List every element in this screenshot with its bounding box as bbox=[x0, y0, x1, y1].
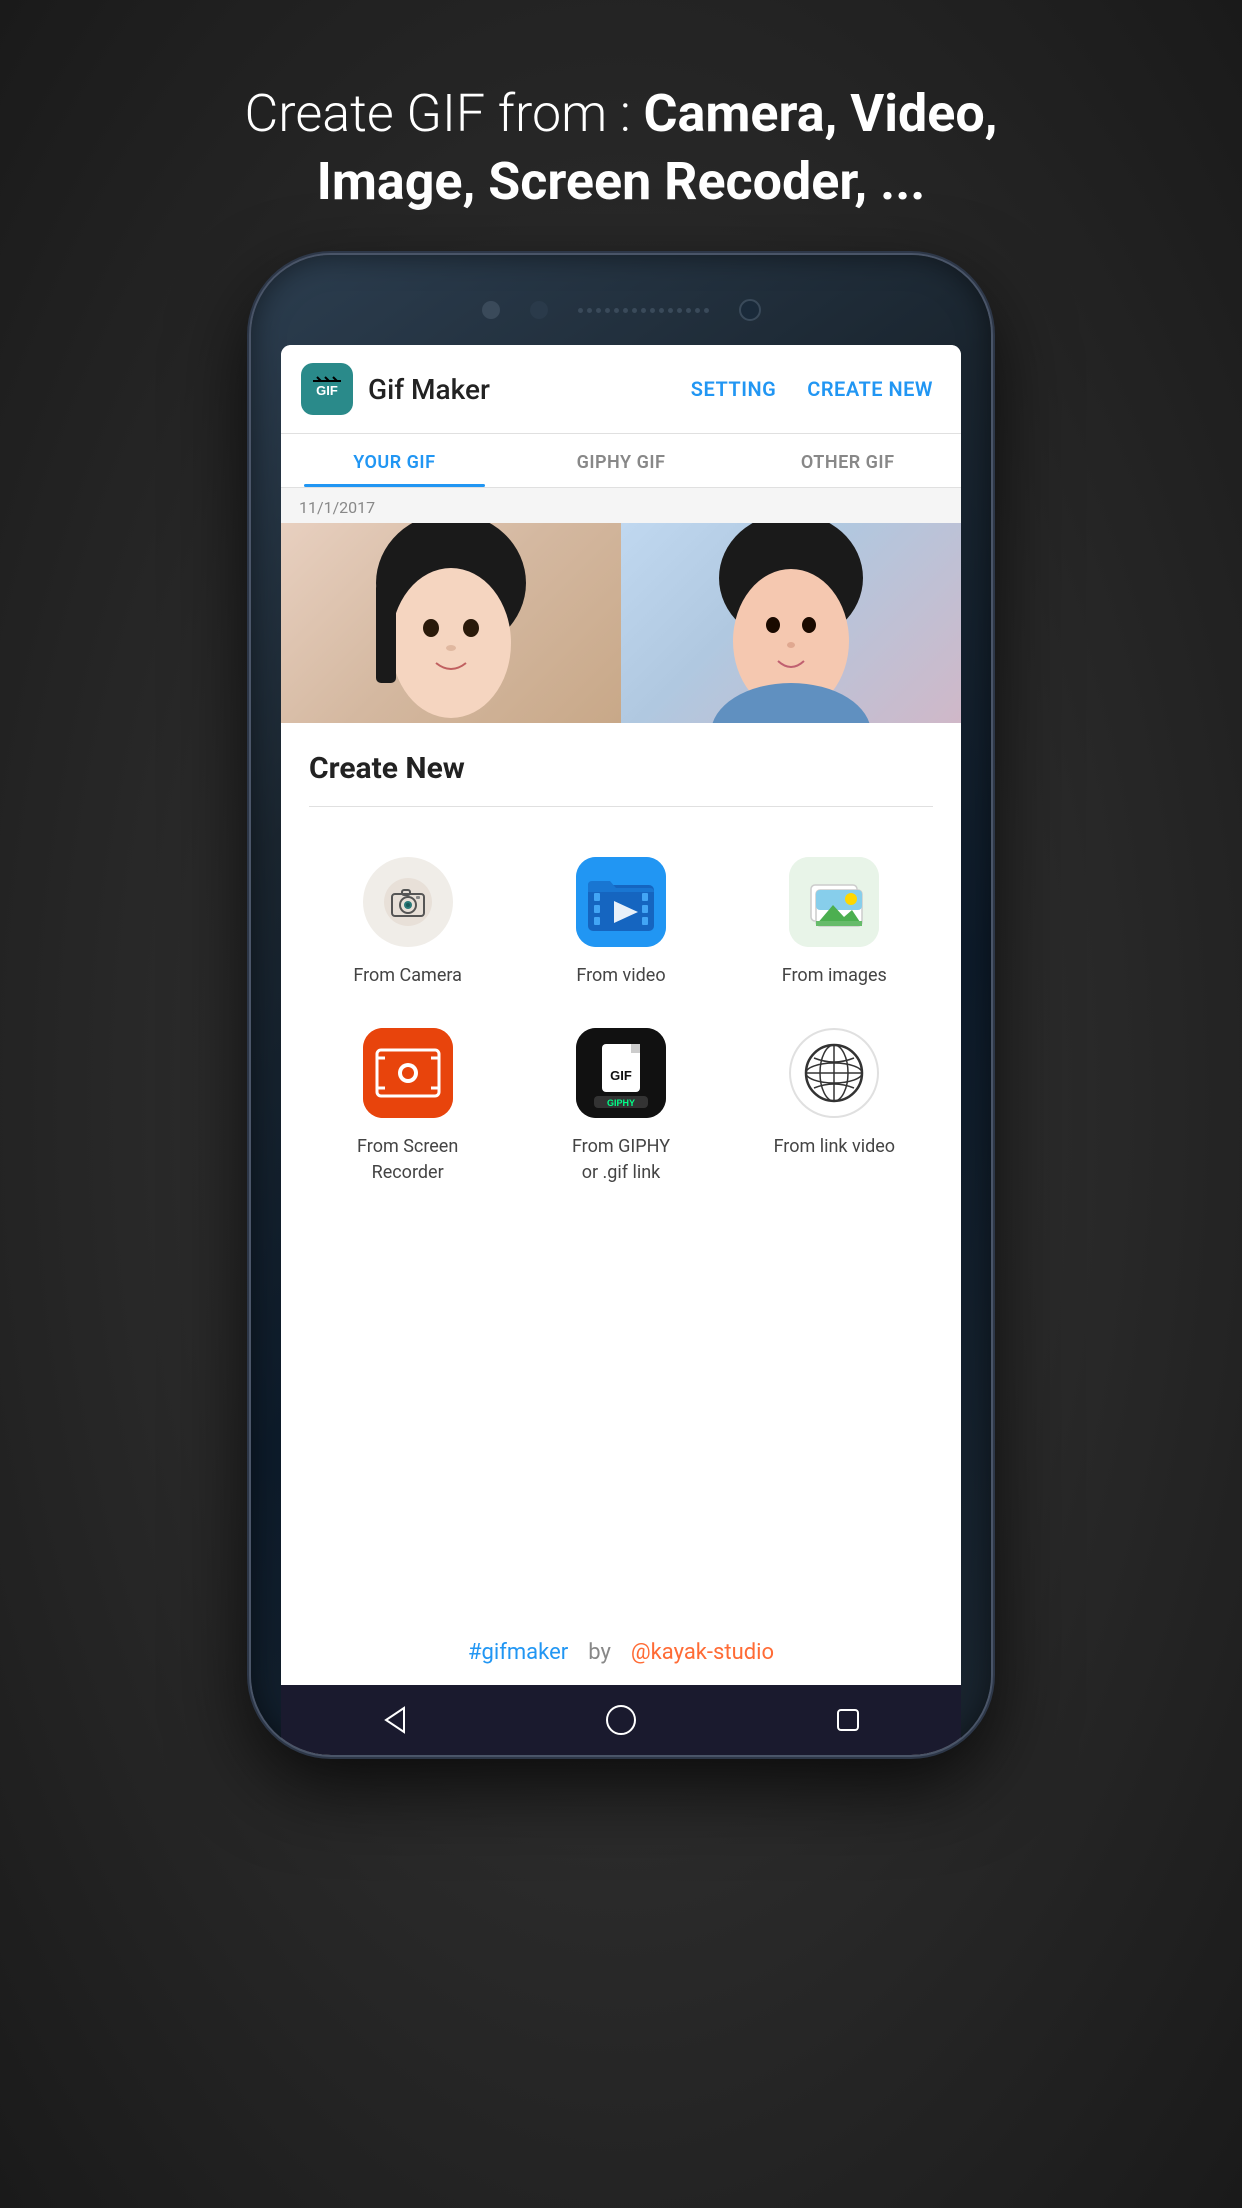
thumbnail-face-1 bbox=[356, 523, 546, 723]
video-svg bbox=[576, 857, 666, 947]
giphy-svg: GIF GIPHY bbox=[576, 1028, 666, 1118]
create-new-sheet: Create New bbox=[281, 723, 961, 1685]
sensor-dot-1 bbox=[482, 301, 500, 319]
bottom-nav bbox=[281, 1685, 961, 1755]
video-label: From video bbox=[576, 963, 665, 988]
screen-recorder-label: From ScreenRecorder bbox=[357, 1134, 458, 1184]
footer-hashtag: #gifmaker bbox=[468, 1640, 568, 1665]
svg-text:GIPHY: GIPHY bbox=[607, 1098, 635, 1108]
headline-text-2: Camera, Video, bbox=[644, 83, 998, 144]
tab-your-gif[interactable]: YOUR GIF bbox=[281, 434, 508, 487]
nav-home-button[interactable] bbox=[603, 1702, 639, 1738]
sheet-footer: #gifmaker by @kayak-studio bbox=[281, 1620, 961, 1685]
nav-recent-button[interactable] bbox=[830, 1702, 866, 1738]
sensor-dot-2 bbox=[530, 301, 548, 319]
create-item-images[interactable]: From images bbox=[728, 837, 941, 1008]
phone-screen: GIF Gif Maker SETTING CREATE NEW YOUR GI… bbox=[281, 345, 961, 1755]
app-icon: GIF bbox=[301, 363, 353, 415]
images-label: From images bbox=[782, 963, 887, 988]
back-icon bbox=[376, 1702, 412, 1738]
create-item-camera[interactable]: From Camera bbox=[301, 837, 514, 1008]
thumbnail-face-2 bbox=[696, 523, 886, 723]
app-tabs: YOUR GIF GIPHY GIF OTHER GIF bbox=[281, 434, 961, 488]
headline: Create GIF from : Camera, Video, Image, … bbox=[185, 80, 1058, 215]
screen-recorder-svg bbox=[363, 1028, 453, 1118]
video-icon bbox=[576, 857, 666, 947]
speaker-grille bbox=[578, 308, 709, 313]
nav-back-button[interactable] bbox=[376, 1702, 412, 1738]
svg-text:GIF: GIF bbox=[316, 383, 338, 398]
create-grid: From Camera bbox=[281, 807, 961, 1215]
recent-icon bbox=[830, 1702, 866, 1738]
sheet-title: Create New bbox=[281, 723, 961, 806]
app-title: Gif Maker bbox=[368, 373, 668, 406]
screen-recorder-icon bbox=[363, 1028, 453, 1118]
globe-icon bbox=[789, 1028, 879, 1118]
create-item-link-video[interactable]: From link video bbox=[728, 1008, 941, 1204]
link-video-label: From link video bbox=[774, 1134, 896, 1159]
footer-studio: @kayak-studio bbox=[631, 1640, 774, 1665]
footer-by: by bbox=[588, 1640, 611, 1665]
camera-label: From Camera bbox=[353, 963, 462, 988]
front-camera bbox=[739, 299, 761, 321]
svg-text:GIF: GIF bbox=[610, 1068, 632, 1083]
images-icon bbox=[789, 857, 879, 947]
headline-text-3: Image, Screen Recoder, ... bbox=[317, 151, 926, 212]
phone-frame: GIF Gif Maker SETTING CREATE NEW YOUR GI… bbox=[251, 255, 991, 1955]
gif-thumb-2[interactable] bbox=[621, 523, 961, 723]
create-new-button[interactable]: CREATE NEW bbox=[799, 372, 941, 406]
phone-top-bar bbox=[251, 255, 991, 345]
tab-giphy-gif[interactable]: GIPHY GIF bbox=[508, 434, 735, 487]
create-item-video[interactable]: From video bbox=[514, 837, 727, 1008]
create-item-giphy[interactable]: GIF GIPHY From GIPHYor .gif link bbox=[514, 1008, 727, 1204]
gif-thumb-1[interactable] bbox=[281, 523, 621, 723]
gif-grid bbox=[281, 523, 961, 723]
camera-svg bbox=[382, 876, 434, 928]
home-icon bbox=[603, 1702, 639, 1738]
phone-body: GIF Gif Maker SETTING CREATE NEW YOUR GI… bbox=[251, 255, 991, 1755]
gif-app-icon-graphic: GIF bbox=[309, 371, 345, 407]
app-header: GIF Gif Maker SETTING CREATE NEW bbox=[281, 345, 961, 434]
headline-text-1: Create GIF from : bbox=[245, 83, 644, 144]
globe-svg bbox=[799, 1038, 869, 1108]
setting-button[interactable]: SETTING bbox=[683, 372, 784, 406]
create-item-screen-recorder[interactable]: From ScreenRecorder bbox=[301, 1008, 514, 1204]
date-label: 11/1/2017 bbox=[281, 488, 961, 523]
giphy-icon: GIF GIPHY bbox=[576, 1028, 666, 1118]
images-svg bbox=[789, 857, 879, 947]
tab-other-gif[interactable]: OTHER GIF bbox=[734, 434, 961, 487]
giphy-label: From GIPHYor .gif link bbox=[572, 1134, 670, 1184]
camera-icon bbox=[363, 857, 453, 947]
